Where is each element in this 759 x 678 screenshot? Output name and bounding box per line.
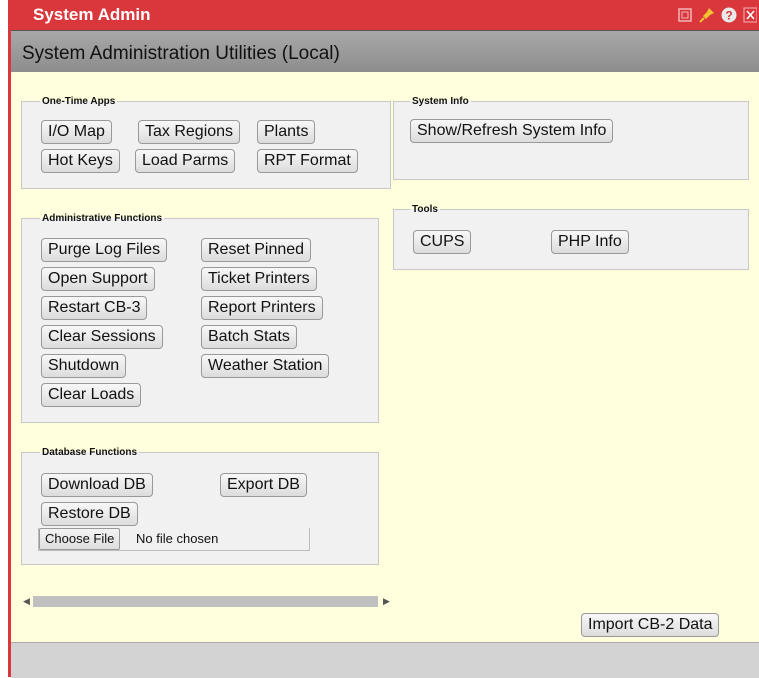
window-footer <box>11 642 759 678</box>
choose-file-button[interactable]: Choose File <box>39 528 121 550</box>
load-parms-button[interactable]: Load Parms <box>135 149 236 173</box>
export-db-button[interactable]: Export DB <box>220 473 307 497</box>
shutdown-button[interactable]: Shutdown <box>41 354 127 378</box>
horizontal-scrollbar[interactable]: ◀ ▶ <box>21 593 393 610</box>
batch-stats-button[interactable]: Batch Stats <box>201 325 297 349</box>
svg-text:?: ? <box>725 9 732 23</box>
scrollbar-thumb[interactable] <box>33 596 378 607</box>
clear-loads-button[interactable]: Clear Loads <box>41 383 142 407</box>
database-functions-legend: Database Functions <box>42 447 138 458</box>
window-titlebar: System Admin ? <box>11 0 759 30</box>
restore-icon[interactable] <box>677 7 693 23</box>
file-input[interactable]: Choose File No file chosen <box>38 528 310 551</box>
window-title: System Admin <box>33 5 151 24</box>
restore-db-button[interactable]: Restore DB <box>41 502 138 526</box>
tax-regions-button[interactable]: Tax Regions <box>138 120 241 144</box>
pin-icon[interactable] <box>699 7 715 23</box>
scroll-right-icon[interactable]: ▶ <box>383 593 390 610</box>
io-map-button[interactable]: I/O Map <box>41 120 112 144</box>
page-title: System Administration Utilities (Local) <box>22 43 340 64</box>
weather-station-button[interactable]: Weather Station <box>201 354 330 378</box>
hot-keys-button[interactable]: Hot Keys <box>41 149 120 173</box>
download-db-button[interactable]: Download DB <box>41 473 153 497</box>
reset-pinned-button[interactable]: Reset Pinned <box>201 238 312 262</box>
scroll-left-icon[interactable]: ◀ <box>23 593 30 610</box>
administrative-functions-legend: Administrative Functions <box>42 213 163 224</box>
system-info-legend: System Info <box>412 96 469 107</box>
report-printers-button[interactable]: Report Printers <box>201 296 323 320</box>
show-refresh-system-info-button[interactable]: Show/Refresh System Info <box>410 119 614 143</box>
main-content: One-Time Apps I/O Map Tax Regions Plants… <box>11 72 759 642</box>
import-cb2-data-button[interactable]: Import CB-2 Data <box>581 613 720 637</box>
one-time-apps-legend: One-Time Apps <box>42 96 116 107</box>
clear-sessions-button[interactable]: Clear Sessions <box>41 325 163 349</box>
file-status: No file chosen <box>136 531 219 546</box>
close-icon[interactable] <box>743 7 759 23</box>
tools-legend: Tools <box>412 204 438 215</box>
help-icon[interactable]: ? <box>721 7 737 23</box>
php-info-button[interactable]: PHP Info <box>551 230 629 254</box>
rpt-format-button[interactable]: RPT Format <box>257 149 358 173</box>
restart-cb3-button[interactable]: Restart CB-3 <box>41 296 148 320</box>
page-header: System Administration Utilities (Local) <box>11 30 759 73</box>
open-support-button[interactable]: Open Support <box>41 267 155 291</box>
plants-button[interactable]: Plants <box>257 120 316 144</box>
cups-button[interactable]: CUPS <box>413 230 472 254</box>
ticket-printers-button[interactable]: Ticket Printers <box>201 267 317 291</box>
purge-log-files-button[interactable]: Purge Log Files <box>41 238 168 262</box>
